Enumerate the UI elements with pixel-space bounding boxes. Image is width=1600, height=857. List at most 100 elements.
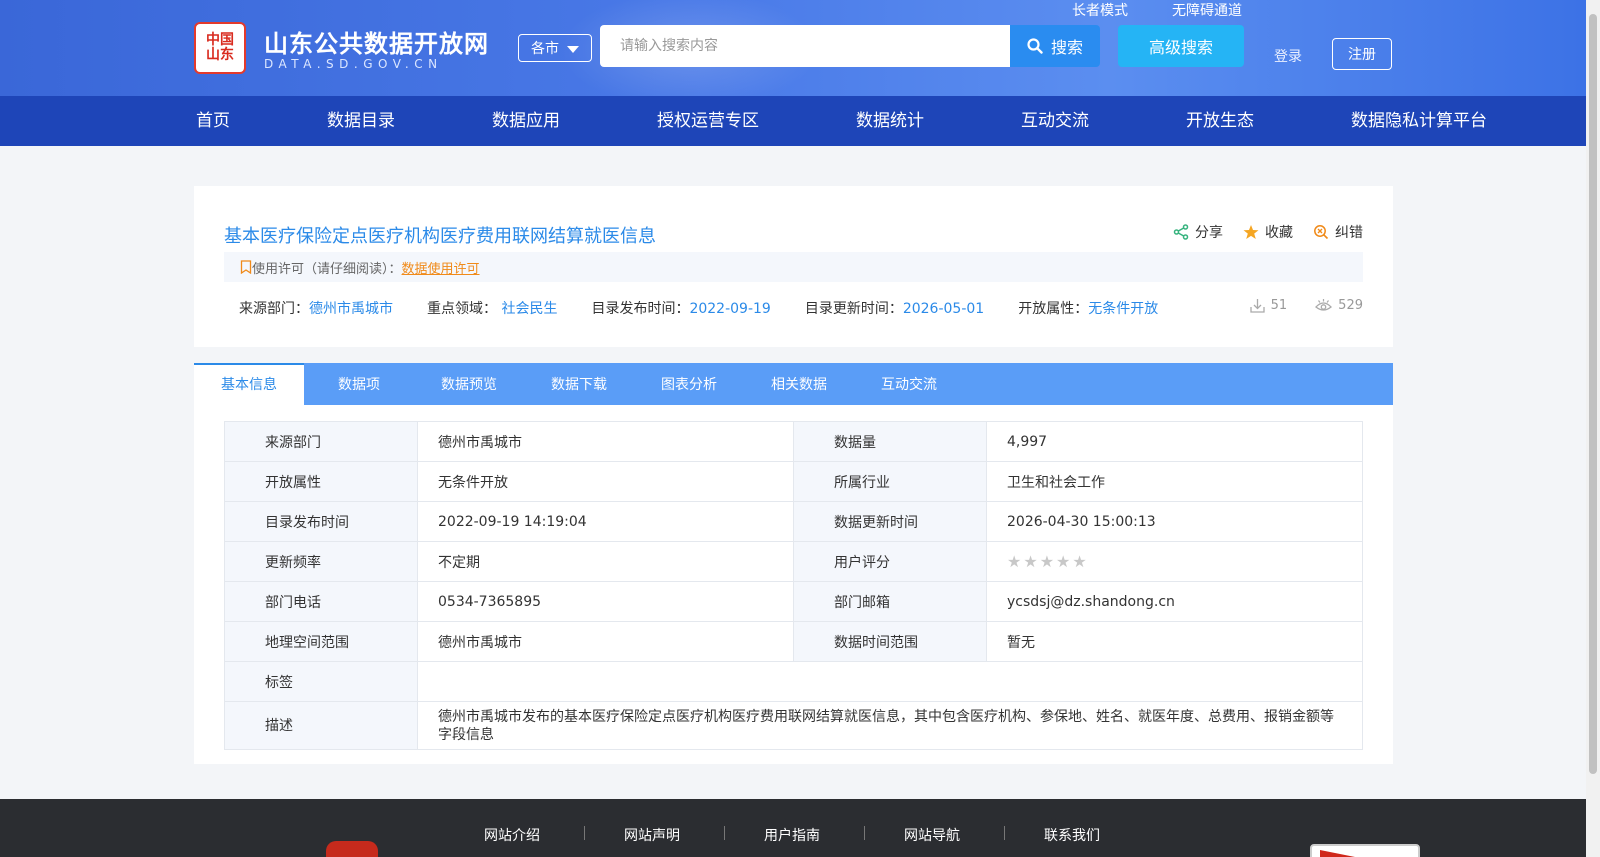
meta-source-value[interactable]: 德州市禹城市 bbox=[309, 301, 393, 317]
meta-open-value[interactable]: 无条件开放 bbox=[1088, 301, 1158, 317]
tab-interaction[interactable]: 互动交流 bbox=[854, 363, 964, 405]
cell-label: 数据更新时间 bbox=[793, 501, 987, 542]
scrollbar-thumb[interactable] bbox=[1589, 14, 1597, 774]
logo-text: 中国山东 bbox=[206, 32, 234, 63]
nav-item-authorized-ops[interactable]: 授权运营专区 bbox=[657, 96, 759, 146]
cell-label: 描述 bbox=[224, 701, 418, 750]
meta-domain-label: 重点领域： bbox=[427, 301, 497, 317]
view-count-value: 529 bbox=[1338, 298, 1363, 313]
report-error-label: 纠错 bbox=[1335, 225, 1363, 241]
dataset-title: 基本医疗保险定点医疗机构医疗费用联网结算就医信息 bbox=[224, 226, 656, 247]
tab-data-items[interactable]: 数据项 bbox=[304, 363, 414, 405]
search-button-label: 搜索 bbox=[1050, 38, 1083, 57]
site-title[interactable]: 山东公共数据开放网 bbox=[264, 24, 489, 59]
cell-label: 部门邮箱 bbox=[793, 581, 987, 622]
cell-value: 德州市禹城市 bbox=[417, 421, 794, 462]
tab-data-preview[interactable]: 数据预览 bbox=[414, 363, 524, 405]
table-row: 部门电话 0534-7365895 部门邮箱 ycsdsj@dz.shandon… bbox=[224, 581, 1363, 622]
cell-label: 来源部门 bbox=[224, 421, 418, 462]
tags-value bbox=[417, 661, 1363, 702]
bookmark-icon bbox=[240, 260, 252, 274]
site-subtitle: DATA.SD.GOV.CN bbox=[264, 57, 443, 71]
license-label: 使用许可（请仔细阅读）： bbox=[252, 261, 402, 277]
page-scrollbar[interactable] bbox=[1586, 0, 1600, 857]
site-logo[interactable]: 中国山东 bbox=[194, 22, 246, 74]
tab-data-download[interactable]: 数据下载 bbox=[524, 363, 634, 405]
cell-label: 所属行业 bbox=[793, 461, 987, 502]
table-row: 目录发布时间 2022-09-19 14:19:04 数据更新时间 2026-0… bbox=[224, 501, 1363, 542]
error-search-icon bbox=[1314, 225, 1329, 240]
favorite-button[interactable]: 收藏 bbox=[1243, 222, 1293, 242]
footer-gov-badge[interactable] bbox=[1310, 844, 1420, 857]
search-button[interactable]: 搜索 bbox=[1010, 25, 1100, 67]
nav-item-statistics[interactable]: 数据统计 bbox=[856, 96, 924, 146]
cell-value: 2026-04-30 15:00:13 bbox=[986, 501, 1363, 542]
tab-basic-info[interactable]: 基本信息 bbox=[194, 363, 304, 405]
meta-update: 目录更新时间：2026-05-01 bbox=[805, 298, 984, 318]
cell-value: 0534-7365895 bbox=[417, 581, 794, 622]
cell-label: 数据时间范围 bbox=[793, 621, 987, 662]
footer-divider bbox=[864, 826, 865, 840]
search-input[interactable] bbox=[600, 25, 1010, 67]
dataset-summary-card: 基本医疗保险定点医疗机构医疗费用联网结算就医信息 分享 收藏 纠错 使用许可（请… bbox=[194, 186, 1393, 347]
license-bar: 使用许可（请仔细阅读）： 数据使用许可 bbox=[224, 252, 1363, 282]
table-row: 描述 德州市禹城市发布的基本医疗保险定点医疗机构医疗费用联网结算就医信息，其中包… bbox=[224, 701, 1363, 750]
meta-source: 来源部门：德州市禹城市 bbox=[239, 298, 393, 318]
meta-open-label: 开放属性： bbox=[1018, 301, 1089, 317]
footer-divider bbox=[1004, 826, 1005, 840]
tab-related-data[interactable]: 相关数据 bbox=[744, 363, 854, 405]
favorite-label: 收藏 bbox=[1265, 225, 1293, 241]
cell-value: 无条件开放 bbox=[417, 461, 794, 502]
dataset-actions: 分享 收藏 纠错 bbox=[1173, 222, 1363, 242]
user-rating[interactable]: ★★★★★ bbox=[986, 541, 1363, 582]
footer-link-about[interactable]: 网站介绍 bbox=[484, 825, 540, 845]
footer-divider bbox=[724, 826, 725, 840]
footer-emblem-logo bbox=[326, 841, 378, 857]
advanced-search-button[interactable]: 高级搜索 bbox=[1118, 25, 1244, 67]
cell-label: 部门电话 bbox=[224, 581, 418, 622]
main-nav: 首页 数据目录 数据应用 授权运营专区 数据统计 互动交流 开放生态 数据隐私计… bbox=[0, 96, 1586, 146]
site-header: 中国山东 山东公共数据开放网 DATA.SD.GOV.CN 各市 搜索 高级搜索… bbox=[0, 0, 1586, 96]
cell-value: ycsdsj@dz.shandong.cn bbox=[986, 581, 1363, 622]
meta-domain: 重点领域： 社会民生 bbox=[427, 298, 557, 318]
footer-link-contact[interactable]: 联系我们 bbox=[1044, 825, 1100, 845]
report-error-button[interactable]: 纠错 bbox=[1313, 222, 1363, 242]
nav-item-catalog[interactable]: 数据目录 bbox=[327, 96, 395, 146]
footer-link-statement[interactable]: 网站声明 bbox=[624, 825, 680, 845]
cell-label: 用户评分 bbox=[793, 541, 987, 582]
elder-mode-link[interactable]: 长者模式 bbox=[1072, 0, 1128, 20]
tab-chart-analysis[interactable]: 图表分析 bbox=[634, 363, 744, 405]
caret-down-icon bbox=[567, 46, 579, 53]
cell-value: 德州市禹城市 bbox=[417, 621, 794, 662]
dataset-meta: 来源部门：德州市禹城市 重点领域： 社会民生 目录发布时间：2022-09-19… bbox=[239, 298, 1192, 318]
share-icon bbox=[1173, 224, 1189, 240]
cell-label: 更新频率 bbox=[224, 541, 418, 582]
nav-item-apps[interactable]: 数据应用 bbox=[492, 96, 560, 146]
share-button[interactable]: 分享 bbox=[1173, 222, 1223, 242]
nav-item-privacy-computing[interactable]: 数据隐私计算平台 bbox=[1351, 96, 1487, 146]
cell-value: 2022-09-19 14:19:04 bbox=[417, 501, 794, 542]
nav-item-home[interactable]: 首页 bbox=[196, 96, 230, 146]
accessibility-link[interactable]: 无障碍通道 bbox=[1172, 0, 1242, 20]
rating-stars-icon[interactable]: ★★★★★ bbox=[1007, 552, 1089, 571]
basic-info-panel: 来源部门 德州市禹城市 数据量 4,997 开放属性 无条件开放 所属行业 卫生… bbox=[194, 405, 1393, 764]
nav-item-interaction[interactable]: 互动交流 bbox=[1021, 96, 1089, 146]
meta-publish-label: 目录发布时间： bbox=[591, 301, 690, 317]
register-button[interactable]: 注册 bbox=[1332, 38, 1392, 70]
cell-label: 数据量 bbox=[793, 421, 987, 462]
cell-value: 卫生和社会工作 bbox=[986, 461, 1363, 502]
site-footer: 网站介绍 网站声明 用户指南 网站导航 联系我们 bbox=[0, 799, 1586, 857]
nav-item-ecosystem[interactable]: 开放生态 bbox=[1186, 96, 1254, 146]
download-count: 51 bbox=[1249, 298, 1287, 313]
cell-value: 不定期 bbox=[417, 541, 794, 582]
footer-link-sitemap[interactable]: 网站导航 bbox=[904, 825, 960, 845]
footer-link-guide[interactable]: 用户指南 bbox=[764, 825, 820, 845]
cell-label: 开放属性 bbox=[224, 461, 418, 502]
meta-domain-value[interactable]: 社会民生 bbox=[501, 301, 557, 317]
login-link[interactable]: 登录 bbox=[1274, 46, 1302, 66]
table-row: 标签 bbox=[224, 661, 1363, 702]
city-select[interactable]: 各市 bbox=[518, 34, 592, 62]
detail-tabs: 基本信息 数据项 数据预览 数据下载 图表分析 相关数据 互动交流 bbox=[194, 363, 1393, 405]
cell-label: 标签 bbox=[224, 661, 418, 702]
license-link[interactable]: 数据使用许可 bbox=[402, 258, 480, 277]
